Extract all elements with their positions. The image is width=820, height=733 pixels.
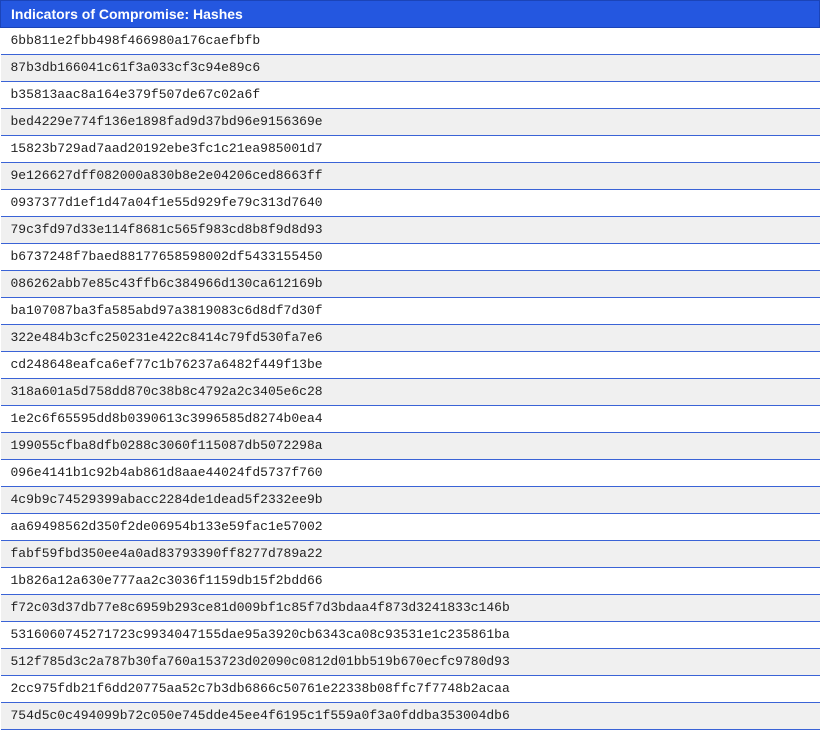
hash-row: 086262abb7e85c43ffb6c384966d130ca612169b xyxy=(0,270,820,298)
hash-row: 6bb811e2fbb498f466980a176caefbfb xyxy=(0,27,820,55)
hash-row: 318a601a5d758dd870c38b8c4792a2c3405e6c28 xyxy=(0,378,820,406)
hash-row: f72c03d37db77e8c6959b293ce81d009bf1c85f7… xyxy=(0,594,820,622)
hash-value: 4c9b9c74529399abacc2284de1dead5f2332ee9b xyxy=(0,486,820,514)
hash-value: bed4229e774f136e1898fad9d37bd96e9156369e xyxy=(0,108,820,136)
hash-row: cd248648eafca6ef77c1b76237a6482f449f13be xyxy=(0,351,820,379)
hash-row: 9e126627dff082000a830b8e2e04206ced8663ff xyxy=(0,162,820,190)
hash-value: 754d5c0c494099b72c050e745dde45ee4f6195c1… xyxy=(0,702,820,730)
hash-value: b35813aac8a164e379f507de67c02a6f xyxy=(0,81,820,109)
hash-row: 79c3fd97d33e114f8681c565f983cd8b8f9d8d93 xyxy=(0,216,820,244)
hash-row: 199055cfba8dfb0288c3060f115087db5072298a xyxy=(0,432,820,460)
hash-row: bed4229e774f136e1898fad9d37bd96e9156369e xyxy=(0,108,820,136)
hash-row: fabf59fbd350ee4a0ad83793390ff8277d789a22 xyxy=(0,540,820,568)
table-header: Indicators of Compromise: Hashes xyxy=(0,0,820,28)
hash-value: fabf59fbd350ee4a0ad83793390ff8277d789a22 xyxy=(0,540,820,568)
hash-value: 322e484b3cfc250231e422c8414c79fd530fa7e6 xyxy=(0,324,820,352)
hash-row: 096e4141b1c92b4ab861d8aae44024fd5737f760 xyxy=(0,459,820,487)
hash-row: 512f785d3c2a787b30fa760a153723d02090c081… xyxy=(0,648,820,676)
hash-value: 1e2c6f65595dd8b0390613c3996585d8274b0ea4 xyxy=(0,405,820,433)
hash-value: 9e126627dff082000a830b8e2e04206ced8663ff xyxy=(0,162,820,190)
hash-value: 2cc975fdb21f6dd20775aa52c7b3db6866c50761… xyxy=(0,675,820,703)
table-title: Indicators of Compromise: Hashes xyxy=(0,0,820,28)
hash-row: 0937377d1ef1d47a04f1e55d929fe79c313d7640 xyxy=(0,189,820,217)
hash-value: cd248648eafca6ef77c1b76237a6482f449f13be xyxy=(0,351,820,379)
hash-row: 4c9b9c74529399abacc2284de1dead5f2332ee9b xyxy=(0,486,820,514)
hash-value: aa69498562d350f2de06954b133e59fac1e57002 xyxy=(0,513,820,541)
hash-value: 15823b729ad7aad20192ebe3fc1c21ea985001d7 xyxy=(0,135,820,163)
hash-value: 086262abb7e85c43ffb6c384966d130ca612169b xyxy=(0,270,820,298)
hash-value: 87b3db166041c61f3a033cf3c94e89c6 xyxy=(0,54,820,82)
hash-row: 754d5c0c494099b72c050e745dde45ee4f6195c1… xyxy=(0,702,820,730)
hash-value: 512f785d3c2a787b30fa760a153723d02090c081… xyxy=(0,648,820,676)
hash-row: ba107087ba3fa585abd97a3819083c6d8df7d30f xyxy=(0,297,820,325)
hash-row: 1b826a12a630e777aa2c3036f1159db15f2bdd66 xyxy=(0,567,820,595)
table-body: 6bb811e2fbb498f466980a176caefbfb 87b3db16… xyxy=(0,27,820,730)
hash-value: b6737248f7baed88177658598002df5433155450 xyxy=(0,243,820,271)
hash-value: 318a601a5d758dd870c38b8c4792a2c3405e6c28 xyxy=(0,378,820,406)
hash-row: 322e484b3cfc250231e422c8414c79fd530fa7e6 xyxy=(0,324,820,352)
hash-value: 0937377d1ef1d47a04f1e55d929fe79c313d7640 xyxy=(0,189,820,217)
hash-value: 79c3fd97d33e114f8681c565f983cd8b8f9d8d93 xyxy=(0,216,820,244)
hash-value: ba107087ba3fa585abd97a3819083c6d8df7d30f xyxy=(0,297,820,325)
header-row: Indicators of Compromise: Hashes xyxy=(0,0,820,28)
hash-value: 6bb811e2fbb498f466980a176caefbfb xyxy=(0,27,820,55)
hash-row: 87b3db166041c61f3a033cf3c94e89c6 xyxy=(0,54,820,82)
hash-row: aa69498562d350f2de06954b133e59fac1e57002 xyxy=(0,513,820,541)
hash-row: 2cc975fdb21f6dd20775aa52c7b3db6866c50761… xyxy=(0,675,820,703)
hash-value: 1b826a12a630e777aa2c3036f1159db15f2bdd66 xyxy=(0,567,820,595)
ioc-hashes-table: Indicators of Compromise: Hashes 6bb811e… xyxy=(0,0,820,730)
hash-row: 5316060745271723c9934047155dae95a3920cb6… xyxy=(0,621,820,649)
hash-row: 15823b729ad7aad20192ebe3fc1c21ea985001d7 xyxy=(0,135,820,163)
hash-row: b35813aac8a164e379f507de67c02a6f xyxy=(0,81,820,109)
hash-value: f72c03d37db77e8c6959b293ce81d009bf1c85f7… xyxy=(0,594,820,622)
hash-row: 1e2c6f65595dd8b0390613c3996585d8274b0ea4 xyxy=(0,405,820,433)
hash-value: 5316060745271723c9934047155dae95a3920cb6… xyxy=(0,621,820,649)
hash-value: 199055cfba8dfb0288c3060f115087db5072298a xyxy=(0,432,820,460)
hash-value: 096e4141b1c92b4ab861d8aae44024fd5737f760 xyxy=(0,459,820,487)
hash-row: b6737248f7baed88177658598002df5433155450 xyxy=(0,243,820,271)
